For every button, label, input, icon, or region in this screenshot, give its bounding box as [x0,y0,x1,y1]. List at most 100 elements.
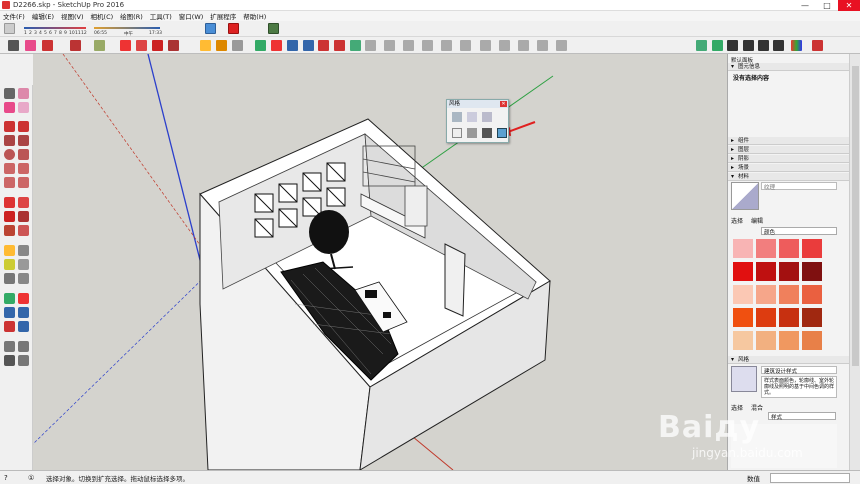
match-photo-icon[interactable] [791,40,802,51]
materials-tab-edit[interactable]: 编辑 [751,216,763,225]
minimize-button[interactable]: — [794,0,816,11]
view-top-icon[interactable] [384,40,395,51]
menu-edit[interactable]: 编辑(E) [32,11,54,21]
menu-file[interactable]: 文件(F) [3,11,25,21]
xray-style-icon[interactable] [452,112,462,122]
tape-measure-icon[interactable] [200,40,211,51]
paint-bucket-icon[interactable] [4,102,15,113]
house-icon[interactable] [727,40,738,51]
layout-icon[interactable] [812,40,823,51]
rectangle-icon[interactable] [4,135,15,146]
color-swatch[interactable] [802,285,822,304]
house-front-icon[interactable] [758,40,769,51]
follow-me-icon[interactable] [18,211,29,222]
line-icon[interactable] [4,121,15,132]
style-name-field[interactable]: 建筑设计样式 [761,366,837,375]
shadow-toggle-icon[interactable] [205,23,216,34]
scale-icon[interactable] [4,225,15,236]
color-swatch[interactable] [779,262,799,281]
color-swatch[interactable] [733,285,753,304]
xray-icon[interactable] [480,40,491,51]
menu-tools[interactable]: 工具(T) [150,11,172,21]
color-swatch[interactable] [756,285,776,304]
three-point-arc-icon[interactable] [4,177,15,188]
scale-icon[interactable] [168,40,179,51]
rotate-icon[interactable] [152,40,163,51]
zoom-icon[interactable] [4,307,15,318]
color-swatch[interactable] [733,308,753,327]
zoom-window-icon[interactable] [18,307,29,318]
pencil-icon[interactable] [42,40,53,51]
two-point-arc-icon[interactable] [18,163,29,174]
pushpull-icon[interactable] [136,40,147,51]
color-swatch[interactable] [802,308,822,327]
measurements-input[interactable] [770,473,850,483]
3d-text-icon[interactable] [18,273,29,284]
color-swatch[interactable] [733,262,753,281]
house-side-icon[interactable] [773,40,784,51]
menu-help[interactable]: 帮助(H) [243,11,266,21]
section-plane-icon[interactable] [18,355,29,366]
warehouse-share-icon[interactable] [696,40,707,51]
walk-icon[interactable] [4,355,15,366]
select-tool-icon[interactable] [4,23,15,34]
view-front-icon[interactable] [403,40,414,51]
materials-header[interactable]: 材料 [728,173,849,181]
warehouse-icon[interactable] [318,40,329,51]
polygon-icon[interactable] [18,149,29,160]
texture-icon[interactable] [556,40,567,51]
view-right-icon[interactable] [422,40,433,51]
maximize-button[interactable]: □ [816,0,838,11]
shaded-style-icon[interactable] [467,128,477,138]
shaded-texture-icon[interactable] [482,128,492,138]
eraser-icon[interactable] [25,40,36,51]
menu-view[interactable]: 视图(V) [61,11,84,21]
dimension-icon[interactable] [216,40,227,51]
extension-icon[interactable] [268,23,279,34]
house-outline-icon[interactable] [743,40,754,51]
style-floating-window[interactable]: 风格 ✕ [446,99,509,143]
offset-icon[interactable] [18,225,29,236]
color-swatch[interactable] [802,262,822,281]
style-window-close-button[interactable]: ✕ [500,101,507,107]
tray-scrollbar[interactable] [849,54,860,470]
components-header[interactable]: 组件 [728,137,849,145]
protractor-icon[interactable] [4,259,15,270]
fog-toggle-icon[interactable] [228,23,239,34]
dimension-icon[interactable] [18,245,29,256]
pan-icon[interactable] [271,40,282,51]
menu-camera[interactable]: 相机(C) [91,11,114,21]
circle-icon[interactable] [4,149,15,160]
material-name-field[interactable]: 纹理 [761,182,837,191]
rotate-icon[interactable] [4,211,15,222]
zoom-extents-icon[interactable] [303,40,314,51]
zoom-extents-icon[interactable] [4,321,15,332]
color-swatch[interactable] [779,308,799,327]
hidden-line-style-icon[interactable] [452,128,462,138]
color-swatch[interactable] [779,239,799,258]
styles-header[interactable]: 风格 [728,356,849,364]
color-swatch[interactable] [779,331,799,350]
orbit-icon[interactable] [255,40,266,51]
wireframe-icon[interactable] [499,40,510,51]
pan-icon[interactable] [18,293,29,304]
select-arrow-icon[interactable] [8,40,19,51]
previous-view-icon[interactable] [18,321,29,332]
freehand-icon[interactable] [18,121,29,132]
menu-extensions[interactable]: 扩展程序 [210,11,236,21]
color-swatch[interactable] [733,331,753,350]
axes-icon[interactable] [4,273,15,284]
component-icon[interactable] [334,40,345,51]
entity-info-header[interactable]: 图元信息 [728,63,849,71]
shadows-header[interactable]: 阴影 [728,155,849,163]
view-back-icon[interactable] [441,40,452,51]
color-swatch[interactable] [756,239,776,258]
time-slider[interactable] [94,27,160,29]
color-swatch[interactable] [756,308,776,327]
color-swatch[interactable] [756,262,776,281]
scenes-header[interactable]: 场景 [728,164,849,172]
menu-window[interactable]: 窗口(W) [179,11,204,21]
color-swatch[interactable] [756,331,776,350]
look-around-icon[interactable] [18,341,29,352]
move-icon[interactable] [4,197,15,208]
